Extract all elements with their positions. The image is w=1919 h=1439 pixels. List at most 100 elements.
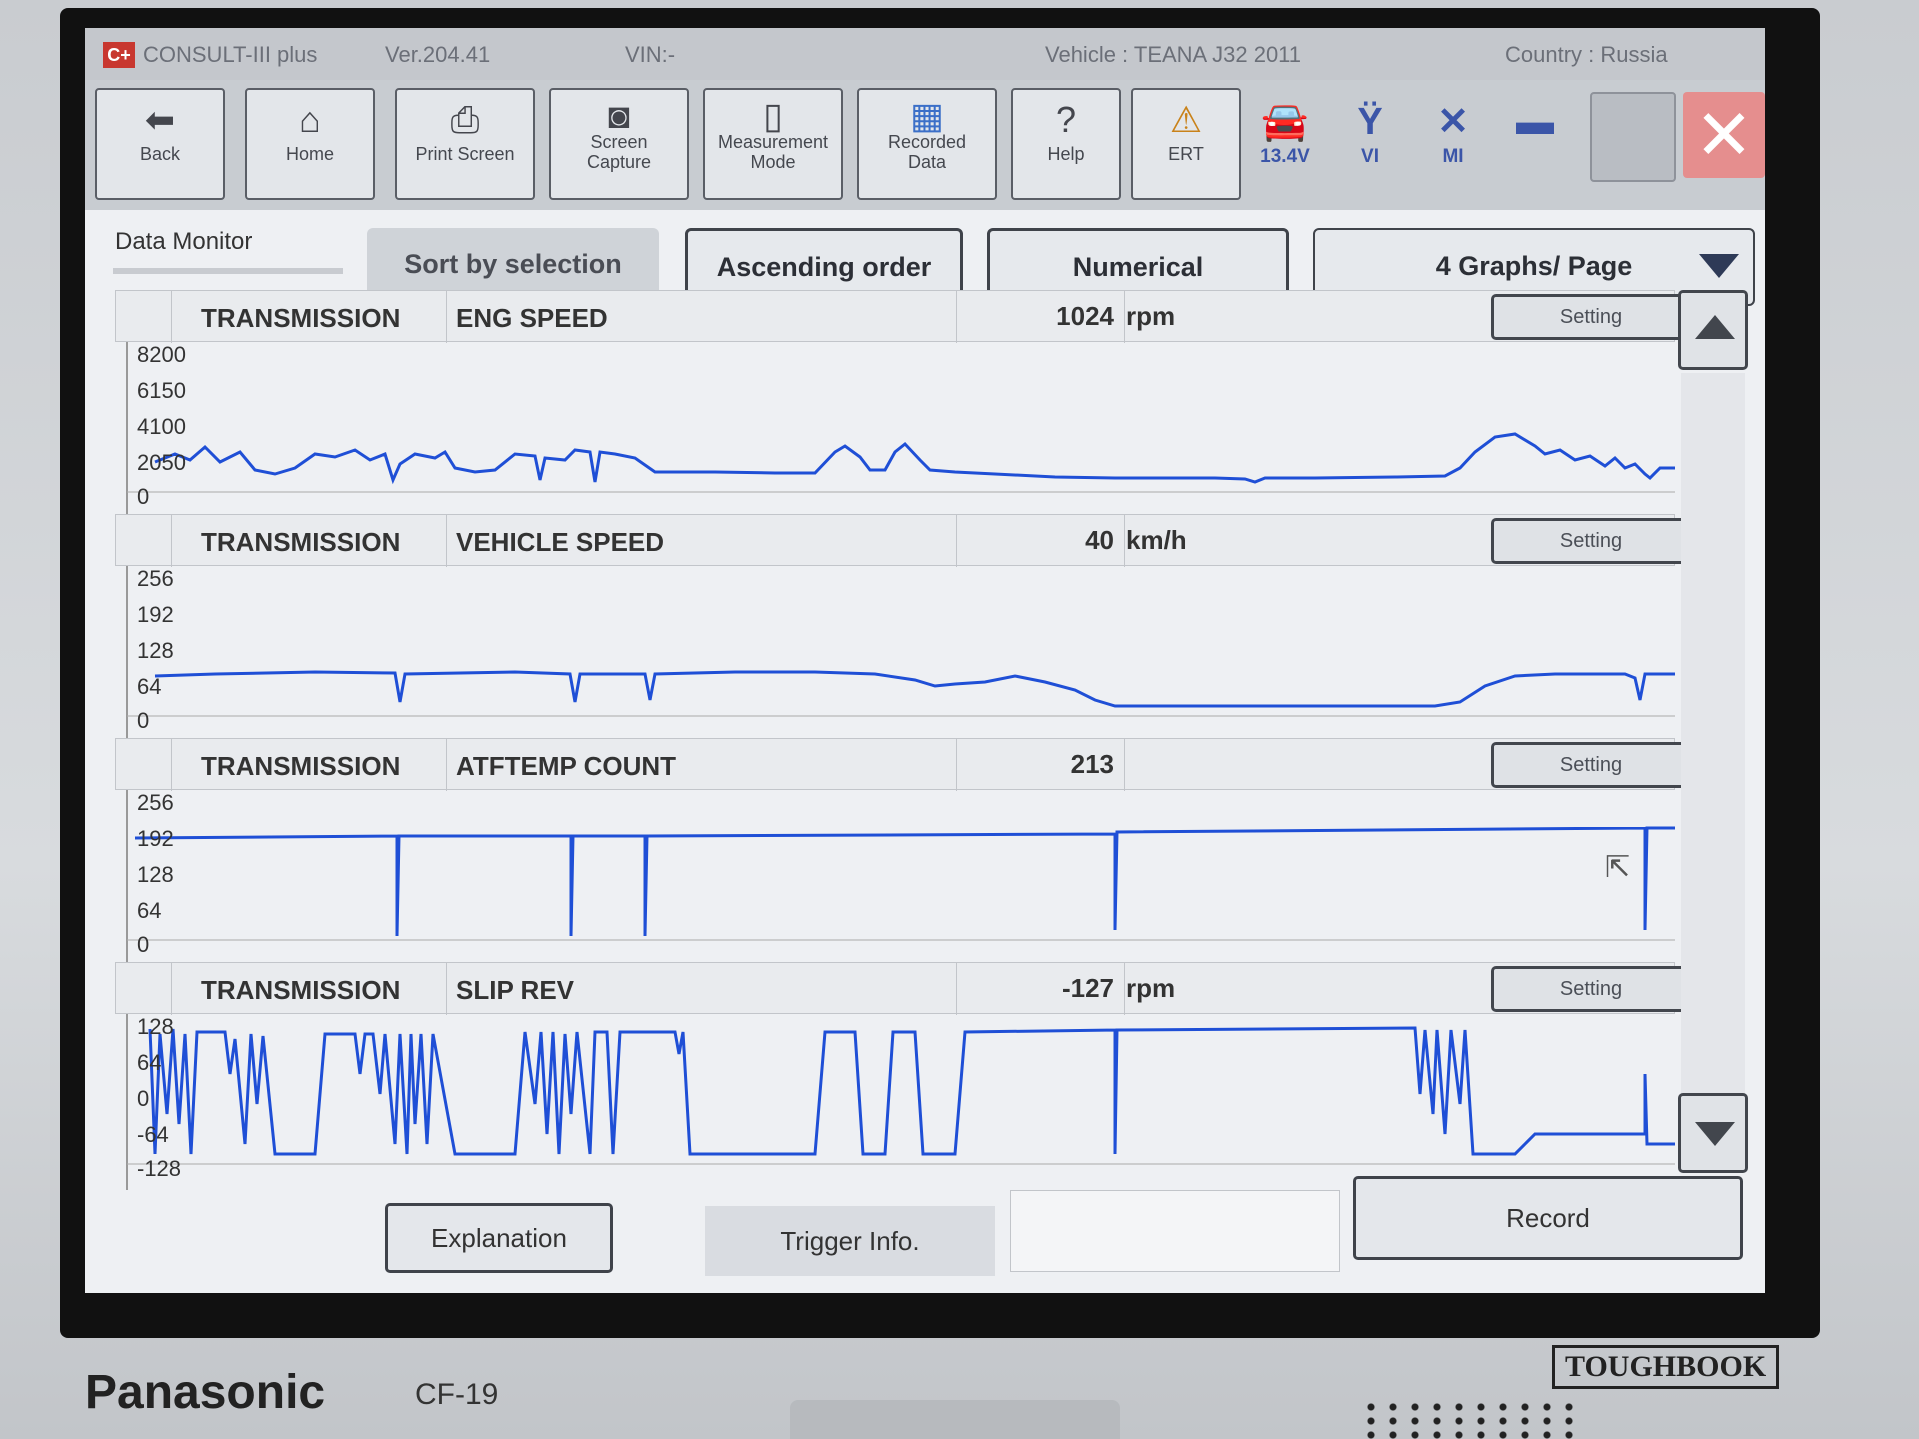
panel-value: 40 <box>1085 525 1114 555</box>
trigger-info-field <box>1010 1190 1340 1272</box>
print-screen-button[interactable]: ⎙ Print Screen <box>395 88 535 200</box>
y-tick: -64 <box>137 1122 169 1147</box>
panel-group: TRANSMISSION <box>201 975 401 1005</box>
graph-panel-atftemp-count: TRANSMISSION ATFTEMP COUNT 213 Setting 2… <box>115 738 1691 966</box>
consult-screen: C+ CONSULT-III plus Ver.204.41 VIN:- Veh… <box>85 28 1765 1293</box>
panel-value: -127 <box>1061 973 1114 1003</box>
vin-label: VIN:- <box>625 42 676 67</box>
printer-icon: ⎙ <box>450 99 480 140</box>
vi-status: Ÿ VI <box>1330 98 1410 168</box>
graph-panel-slip-rev: TRANSMISSION SLIP REV -127 rpm Setting 1… <box>115 962 1691 1190</box>
mi-status: ✕ MI <box>1413 98 1493 168</box>
camera-icon: ◙ <box>608 95 630 136</box>
y-tick: 192 <box>137 826 174 851</box>
panel-unit: km/h <box>1126 525 1187 555</box>
scroll-up-button[interactable] <box>1678 290 1748 370</box>
mi-x-icon: ✕ <box>1437 101 1469 143</box>
setting-button[interactable]: Setting <box>1491 966 1691 1012</box>
atftemp-count-trace <box>126 790 1675 966</box>
y-tick: 128 <box>137 862 174 887</box>
y-tick: -128 <box>137 1156 182 1181</box>
recorded-data-button[interactable]: ▦ Recorded Data <box>857 88 997 200</box>
y-tick: 0 <box>137 708 150 733</box>
y-tick: 6150 <box>137 378 186 403</box>
home-icon: ⌂ <box>299 99 321 140</box>
y-tick: 8200 <box>137 342 186 367</box>
scroll-down-button[interactable] <box>1678 1093 1748 1173</box>
panel-header: TRANSMISSION VEHICLE SPEED 40 km/h Setti… <box>115 514 1691 567</box>
y-tick: 64 <box>137 1050 162 1075</box>
screen-capture-button[interactable]: ◙ Screen Capture <box>549 88 689 200</box>
panel-group: TRANSMISSION <box>201 303 401 333</box>
panel-group: TRANSMISSION <box>201 527 401 557</box>
graph-panel-eng-speed: TRANSMISSION ENG SPEED 1024 rpm Setting … <box>115 290 1691 518</box>
eng-speed-trace <box>126 342 1675 518</box>
panel-item-name: ENG SPEED <box>456 303 608 333</box>
help-button[interactable]: ? Help <box>1011 88 1121 200</box>
setting-button[interactable]: Setting <box>1491 742 1691 788</box>
ert-button[interactable]: ⚠ ERT <box>1131 88 1241 200</box>
y-tick: 0 <box>137 484 150 509</box>
app-version: Ver.204.41 <box>385 42 491 67</box>
app-name: CONSULT-III plus <box>143 42 318 67</box>
panel-header: TRANSMISSION ATFTEMP COUNT 213 Setting <box>115 738 1691 791</box>
y-tick: 0 <box>137 932 150 957</box>
signal-icon: Ÿ <box>1357 101 1383 143</box>
y-tick: 0 <box>137 1086 150 1111</box>
panel-unit: rpm <box>1126 301 1176 331</box>
panel-unit: rpm <box>1126 973 1176 1003</box>
graph-panel-vehicle-speed: TRANSMISSION VEHICLE SPEED 40 km/h Setti… <box>115 514 1691 742</box>
graph-area: 256 192 128 64 0 ⇱ <box>115 790 1675 966</box>
slip-rev-trace <box>126 1014 1675 1190</box>
y-tick: 2050 <box>137 450 186 475</box>
panel-value: 213 <box>1070 749 1114 779</box>
help-icon: ? <box>1055 99 1077 140</box>
title-bar: C+ CONSULT-III plus Ver.204.41 VIN:- Veh… <box>85 28 1765 80</box>
back-button[interactable]: ⬅ Back <box>95 88 225 200</box>
y-tick: 128 <box>137 638 174 663</box>
setting-button[interactable]: Setting <box>1491 518 1691 564</box>
y-tick: 4100 <box>137 414 186 439</box>
close-icon: ✕ <box>1694 96 1754 174</box>
disabled-button <box>1590 92 1676 182</box>
connector-icon: ▬ <box>1516 101 1554 143</box>
setting-button[interactable]: Setting <box>1491 294 1691 340</box>
laptop-hinge <box>790 1400 1120 1439</box>
data-monitor-underline <box>113 268 343 274</box>
y-tick: 64 <box>137 898 162 923</box>
vehicle-speed-trace <box>126 566 1675 742</box>
y-tick: 128 <box>137 1014 174 1039</box>
record-button[interactable]: Record <box>1353 1176 1743 1260</box>
mouse-cursor-icon: ⇱ <box>1605 851 1631 884</box>
warning-icon: ⚠ <box>1169 99 1203 140</box>
close-button[interactable]: ✕ <box>1683 92 1765 178</box>
battery-status: 🚘 13.4V <box>1245 98 1325 168</box>
panel-value: 1024 <box>1056 301 1114 331</box>
explanation-button[interactable]: Explanation <box>385 1203 613 1273</box>
panel-item-name: ATFTEMP COUNT <box>456 751 677 781</box>
country-label: Country : Russia <box>1505 42 1668 67</box>
graph-area: 128 64 0 -64 -128 <box>115 1014 1675 1190</box>
scrollbar-track[interactable] <box>1681 373 1745 1123</box>
y-tick: 256 <box>137 790 174 815</box>
connector-status: ▬ <box>1495 98 1575 146</box>
back-arrow-icon: ⬅ <box>144 99 176 140</box>
recorded-data-icon: ▦ <box>909 95 944 136</box>
home-button[interactable]: ⌂ Home <box>245 88 375 200</box>
toughbook-logo: TOUGHBOOK <box>1552 1345 1780 1389</box>
vehicle-label: Vehicle : TEANA J32 2011 <box>1045 42 1302 67</box>
measurement-icon: ▯ <box>763 95 783 136</box>
model-label: CF-19 <box>415 1378 499 1411</box>
car-icon: 🚘 <box>1261 101 1309 143</box>
panel-header: TRANSMISSION ENG SPEED 1024 rpm Setting <box>115 290 1691 343</box>
graph-area: 8200 6150 4100 2050 0 <box>115 342 1675 518</box>
panel-item-name: SLIP REV <box>456 975 575 1005</box>
measurement-mode-button[interactable]: ▯ Measurement Mode <box>703 88 843 200</box>
panel-group: TRANSMISSION <box>201 751 401 781</box>
y-tick: 64 <box>137 674 162 699</box>
trigger-info-button[interactable]: Trigger Info. <box>705 1206 995 1276</box>
y-tick: 256 <box>137 566 174 591</box>
app-logo: C+ <box>103 42 135 68</box>
panel-item-name: VEHICLE SPEED <box>456 527 665 557</box>
y-tick: 192 <box>137 602 174 627</box>
